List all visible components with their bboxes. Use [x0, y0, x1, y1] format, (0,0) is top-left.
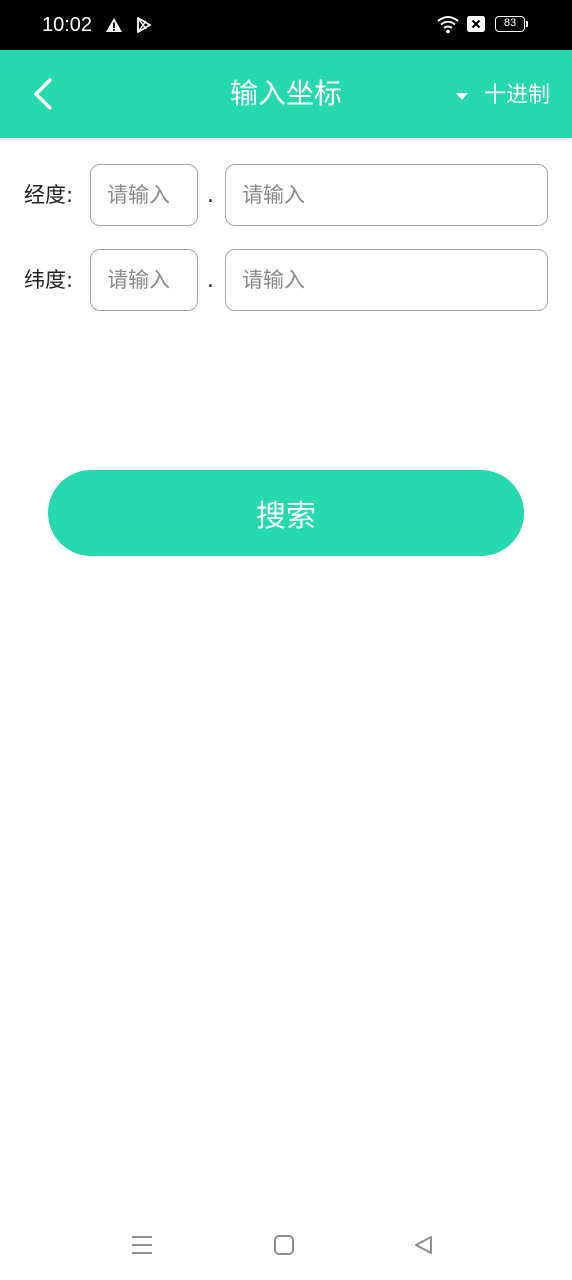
battery-level: 83	[503, 17, 517, 29]
latitude-decimal-input[interactable]	[225, 249, 548, 311]
back-triangle-icon[interactable]	[412, 1234, 434, 1256]
longitude-row: 经度: .	[0, 164, 572, 226]
longitude-decimal-point: .	[207, 183, 214, 208]
warning-icon	[106, 18, 122, 32]
latitude-label: 纬度:	[24, 268, 74, 292]
search-button[interactable]: 搜索	[48, 470, 524, 556]
wifi-icon	[437, 16, 459, 34]
system-nav-bar	[0, 1210, 572, 1280]
sim-error-icon	[467, 16, 485, 32]
latitude-decimal-point: .	[207, 268, 214, 293]
battery-tip	[526, 21, 528, 27]
home-icon[interactable]	[273, 1234, 295, 1256]
caret-down-icon	[456, 92, 468, 100]
menu-icon[interactable]	[131, 1234, 153, 1256]
play-store-icon	[137, 17, 151, 33]
number-format-label: 十进制	[484, 83, 551, 108]
status-bar: 10:02 83	[0, 0, 572, 50]
longitude-integer-input[interactable]	[90, 164, 198, 226]
latitude-row: 纬度: .	[0, 249, 572, 311]
longitude-decimal-input[interactable]	[225, 164, 548, 226]
latitude-integer-input[interactable]	[90, 249, 198, 311]
app-bar: 输入坐标 十进制	[0, 50, 572, 138]
number-format-dropdown[interactable]: 十进制	[456, 80, 550, 112]
battery-icon: 83	[495, 16, 525, 32]
longitude-label: 经度:	[24, 183, 74, 207]
status-time: 10:02	[42, 14, 93, 36]
